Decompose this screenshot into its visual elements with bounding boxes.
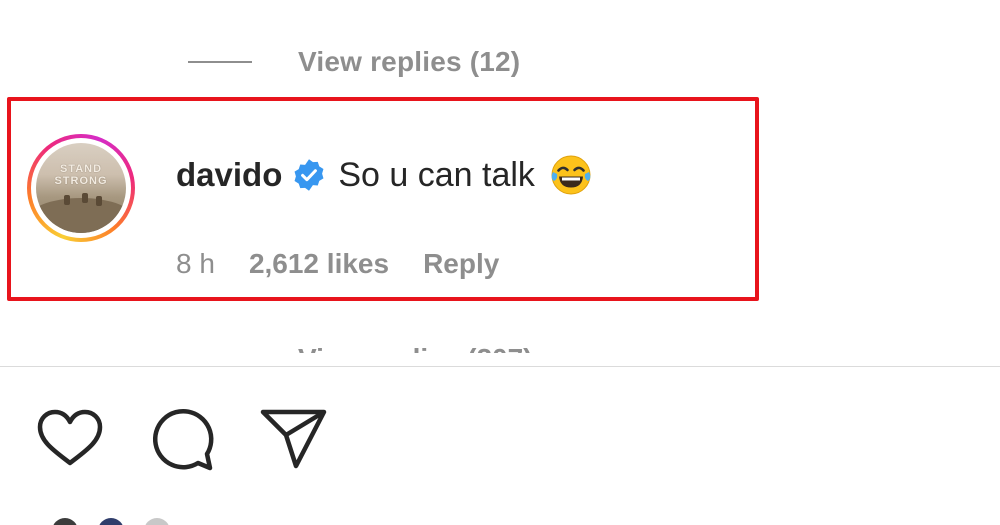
post-action-bar bbox=[34, 404, 370, 476]
comment-likes-count[interactable]: 2,612 likes bbox=[249, 248, 389, 280]
avatar-story-ring[interactable]: STAND STRONG bbox=[27, 134, 135, 242]
view-replies-label: View replies (12) bbox=[298, 46, 521, 77]
next-view-replies-button[interactable]: View replies (207) bbox=[298, 343, 568, 353]
liker-avatar bbox=[98, 518, 124, 525]
liked-by-avatars bbox=[52, 518, 172, 525]
reply-button[interactable]: Reply bbox=[423, 248, 499, 280]
avatar-figure bbox=[82, 193, 88, 203]
liker-avatar bbox=[144, 518, 170, 525]
comment-icon[interactable] bbox=[146, 404, 218, 476]
avatar-landscape bbox=[36, 198, 126, 233]
avatar-figure bbox=[96, 196, 102, 206]
verified-badge-icon bbox=[292, 158, 326, 192]
avatar[interactable]: STAND STRONG bbox=[36, 143, 126, 233]
comment-timestamp: 8 h bbox=[176, 248, 215, 279]
comment-meta: 8 h 2,612 likes Reply bbox=[176, 244, 499, 284]
next-view-replies-label: View replies (207) bbox=[298, 343, 533, 353]
send-icon[interactable] bbox=[258, 404, 330, 476]
comment-body: davido So u can talk bbox=[176, 150, 593, 200]
section-divider bbox=[0, 366, 1000, 367]
heart-icon[interactable] bbox=[34, 404, 106, 476]
comment-text: So u can talk bbox=[338, 155, 535, 194]
avatar-text-line1: STAND bbox=[59, 163, 103, 175]
comment-username[interactable]: davido bbox=[176, 156, 282, 194]
avatar-text-line2: STRONG bbox=[54, 175, 108, 187]
avatar-figure bbox=[64, 195, 70, 205]
reply-thread-line bbox=[188, 61, 252, 63]
tears-of-joy-emoji-icon bbox=[549, 153, 593, 197]
view-replies-button[interactable]: View replies (12) bbox=[188, 42, 520, 82]
liker-avatar bbox=[52, 518, 78, 525]
